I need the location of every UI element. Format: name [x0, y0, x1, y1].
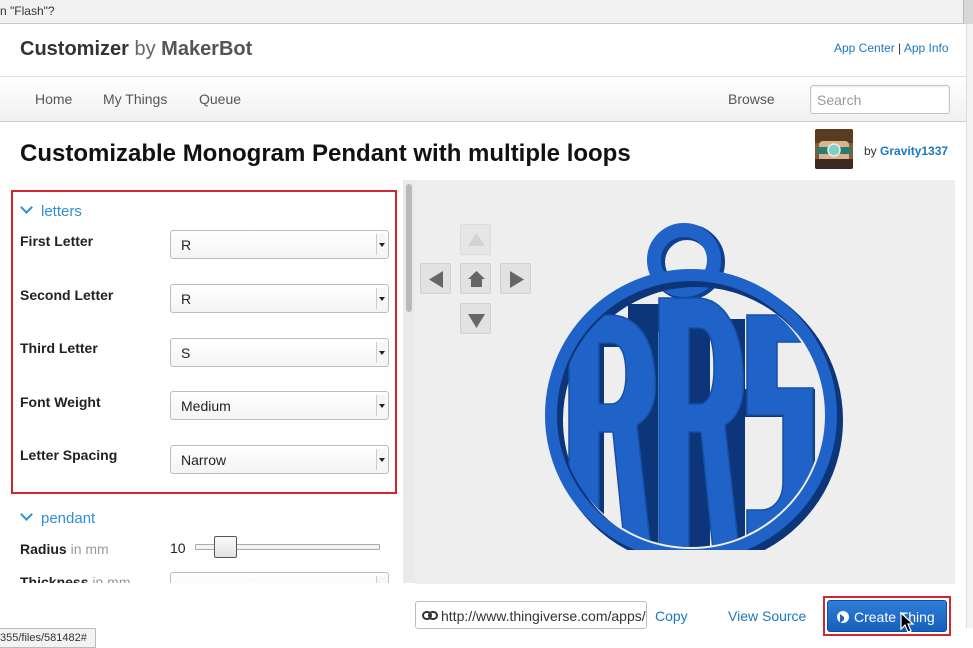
pendant-model — [545, 223, 843, 550]
app-links-separator: | — [898, 41, 902, 55]
radius-label-text: Radius — [20, 541, 67, 557]
status-url: 355/files/581482# — [0, 632, 87, 644]
author-avatar[interactable] — [815, 129, 853, 169]
radius-value: 10 — [170, 540, 186, 556]
panel-scrollbar-thumb[interactable] — [406, 184, 412, 312]
brand-by: by — [134, 38, 156, 60]
chevron-down-icon — [20, 201, 33, 214]
author-byline: by Gravity1337 — [864, 144, 948, 158]
model-viewer[interactable] — [415, 180, 955, 584]
chevron-down-icon — [20, 508, 33, 521]
chevron-down-icon — [376, 234, 386, 255]
mouse-cursor-icon — [900, 612, 915, 633]
radius-unit: in mm — [70, 541, 109, 557]
thickness-label-text: Thickness — [20, 574, 89, 583]
notification-bar-edge — [963, 0, 973, 24]
nav-home[interactable]: Home — [35, 91, 72, 107]
chevron-down-icon — [376, 576, 386, 583]
browser-notification-bar: n "Flash"? — [0, 0, 973, 24]
select-third-letter-value: S — [181, 345, 191, 361]
brand-maker: MakerBot — [161, 38, 253, 60]
select-letter-spacing-value: Narrow — [181, 452, 227, 468]
author-link[interactable]: Gravity1337 — [880, 144, 948, 158]
label-second-letter: Second Letter — [20, 287, 114, 303]
select-second-letter-value: R — [181, 291, 192, 307]
app-links: App Center | App Info — [834, 41, 949, 55]
customizer-page: n "Flash"? Customizer by MakerBot App Ce… — [0, 0, 973, 648]
create-thing-button[interactable]: Create Thing — [827, 600, 947, 632]
share-url-field[interactable]: http://www.thingiverse.com/apps/ — [415, 601, 647, 629]
page-scrollbar[interactable] — [966, 24, 973, 628]
arrow-left-icon[interactable] — [420, 263, 451, 294]
chevron-down-icon — [376, 342, 386, 363]
play-circle-icon — [837, 611, 849, 623]
arrow-down-icon[interactable] — [460, 303, 491, 334]
arrow-up-icon[interactable] — [460, 224, 491, 255]
chevron-down-icon — [376, 449, 386, 470]
copy-link[interactable]: Copy — [655, 608, 688, 624]
home-icon[interactable] — [460, 263, 491, 294]
nav-browse[interactable]: Browse — [728, 91, 775, 107]
section-toggle-letters[interactable]: letters — [20, 201, 82, 220]
select-letter-spacing[interactable]: Narrow — [170, 445, 389, 474]
site-logo[interactable]: Customizer by MakerBot — [20, 38, 252, 61]
input-thickness[interactable] — [170, 572, 389, 583]
parameter-panel: letters First Letter R Second Letter R T… — [0, 180, 403, 583]
app-center-link[interactable]: App Center — [834, 41, 895, 55]
notification-text: n "Flash"? — [0, 4, 55, 18]
select-first-letter[interactable]: R — [170, 230, 389, 259]
thickness-unit: in mm — [92, 574, 131, 583]
label-letter-spacing: Letter Spacing — [20, 447, 118, 463]
label-font-weight: Font Weight — [20, 394, 101, 410]
chevron-down-icon — [376, 288, 386, 309]
byline-by: by — [864, 144, 877, 158]
app-info-link[interactable]: App Info — [904, 41, 949, 55]
page-title: Customizable Monogram Pendant with multi… — [20, 140, 631, 167]
select-second-letter[interactable]: R — [170, 284, 389, 313]
label-third-letter: Third Letter — [20, 340, 98, 356]
browser-status-bar: 355/files/581482# — [0, 628, 96, 648]
label-first-letter: First Letter — [20, 233, 94, 249]
radius-slider-handle[interactable] — [214, 536, 238, 558]
section-title-pendant: pendant — [41, 510, 96, 527]
link-icon — [422, 611, 438, 620]
select-font-weight-value: Medium — [181, 398, 231, 414]
select-font-weight[interactable]: Medium — [170, 391, 389, 420]
select-first-letter-value: R — [181, 237, 192, 253]
nav-queue[interactable]: Queue — [199, 91, 241, 107]
view-source-link[interactable]: View Source — [728, 608, 806, 624]
chevron-down-icon — [376, 395, 386, 416]
section-toggle-pendant[interactable]: pendant — [20, 508, 96, 527]
label-thickness: Thickness in mm — [20, 574, 131, 583]
select-third-letter[interactable]: S — [170, 338, 389, 367]
search-input[interactable] — [810, 85, 950, 114]
nav-my-things[interactable]: My Things — [103, 91, 167, 107]
create-thing-label: Create Thing — [854, 609, 935, 625]
section-title-letters: letters — [41, 203, 82, 220]
share-url-text: http://www.thingiverse.com/apps/ — [441, 608, 646, 624]
label-radius: Radius in mm — [20, 541, 109, 557]
brand-name: Customizer — [20, 38, 129, 60]
